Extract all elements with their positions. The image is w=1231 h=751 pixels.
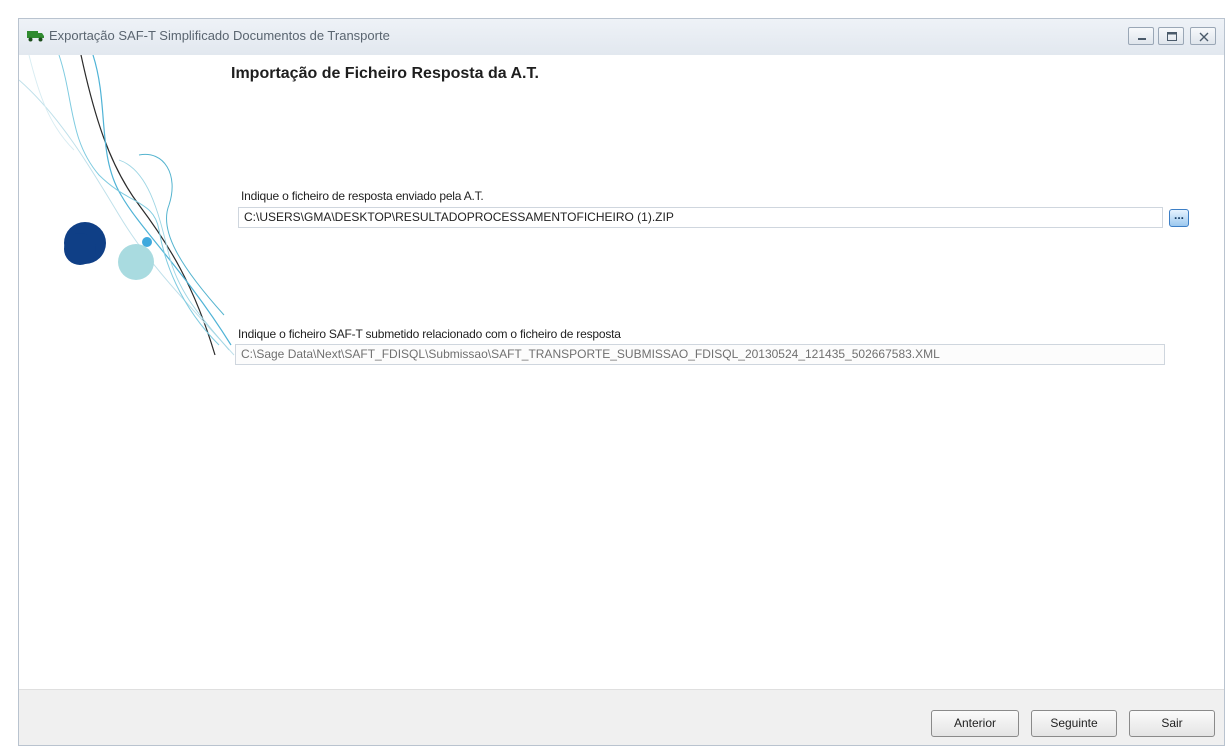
submitted-file-label: Indique o ficheiro SAF-T submetido relac… xyxy=(238,327,621,341)
wizard-footer: Anterior Seguinte Sair xyxy=(19,689,1224,745)
title-bar[interactable]: Exportação SAF-T Simplificado Documentos… xyxy=(19,19,1224,56)
response-file-label: Indique o ficheiro de resposta enviado p… xyxy=(241,189,484,203)
maximize-icon xyxy=(1167,32,1177,41)
minimize-icon xyxy=(1138,38,1146,40)
browse-button[interactable]: ... xyxy=(1169,209,1189,227)
submitted-file-input[interactable]: C:\Sage Data\Next\SAFT_FDISQL\Submissao\… xyxy=(235,344,1165,365)
response-file-input[interactable]: C:\USERS\GMA\DESKTOP\RESULTADOPROCESSAME… xyxy=(238,207,1163,228)
close-icon xyxy=(1199,32,1209,42)
next-button[interactable]: Seguinte xyxy=(1031,710,1117,737)
truck-icon xyxy=(27,28,45,42)
maximize-button[interactable] xyxy=(1158,27,1184,45)
close-button[interactable] xyxy=(1190,27,1216,45)
wizard-content: Importação de Ficheiro Resposta da A.T. … xyxy=(19,55,1224,689)
window-title: Exportação SAF-T Simplificado Documentos… xyxy=(49,28,390,43)
minimize-button[interactable] xyxy=(1128,27,1154,45)
swirl-bubbles-decoration xyxy=(19,55,235,356)
page-title: Importação de Ficheiro Resposta da A.T. xyxy=(231,65,539,82)
previous-button[interactable]: Anterior xyxy=(931,710,1019,737)
wizard-window: Exportação SAF-T Simplificado Documentos… xyxy=(18,18,1225,746)
exit-button[interactable]: Sair xyxy=(1129,710,1215,737)
